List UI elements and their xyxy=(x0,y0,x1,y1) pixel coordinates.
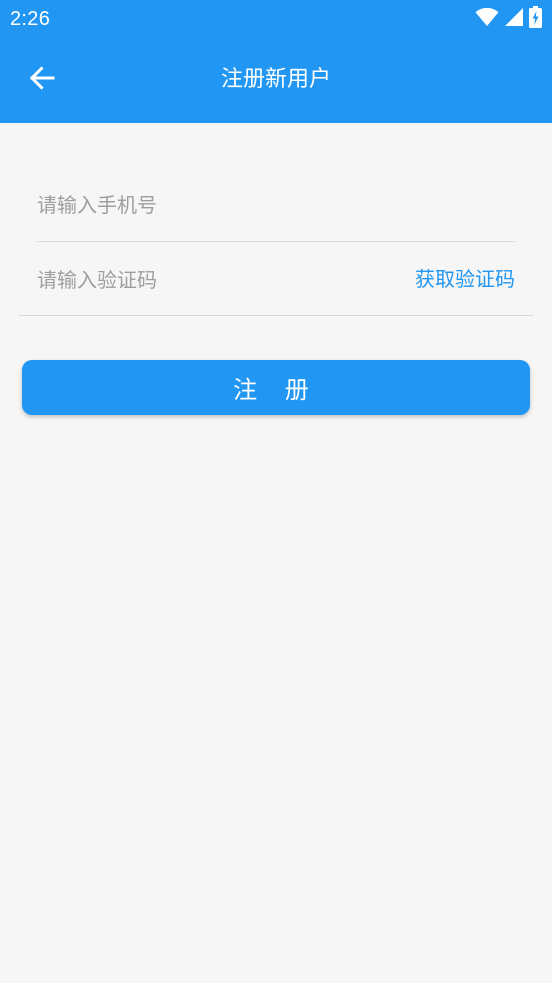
app-bar: 注册新用户 xyxy=(0,38,552,123)
cellular-signal-icon xyxy=(505,8,523,30)
verification-code-field: 获取验证码 xyxy=(19,241,533,316)
verification-code-input[interactable] xyxy=(37,262,367,298)
register-button[interactable]: 注 册 xyxy=(22,360,530,415)
get-code-button[interactable]: 获取验证码 xyxy=(415,265,515,293)
battery-charging-icon xyxy=(529,6,542,32)
phone-input[interactable] xyxy=(37,187,367,223)
page-title: 注册新用户 xyxy=(220,67,331,92)
status-time: 2:26 xyxy=(10,8,51,30)
wifi-icon xyxy=(475,7,499,31)
status-bar: 2:26 xyxy=(0,0,552,38)
status-icons xyxy=(475,6,542,32)
phone-field xyxy=(37,175,515,242)
